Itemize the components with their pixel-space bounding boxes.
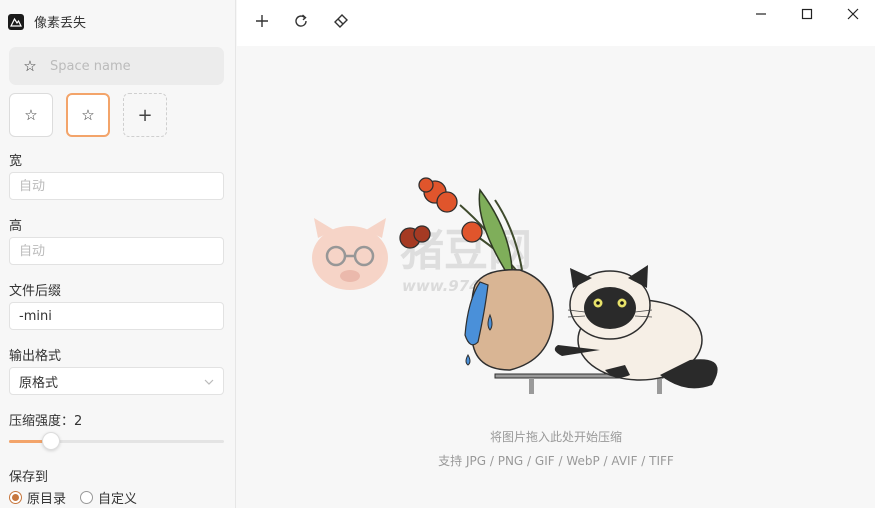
strength-label-row: 压缩强度：2 [9,410,82,429]
suffix-label: 文件后缀 [9,284,62,299]
width-field[interactable] [9,172,224,200]
star-icon: ☆ [23,57,37,75]
close-icon[interactable] [842,3,864,25]
dropzone-illustration[interactable]: 猪豆网 www.97444.cn [300,170,720,404]
plus-icon[interactable] [249,8,275,34]
plus-icon: + [137,104,153,126]
suffix-field[interactable] [9,302,224,330]
suffix-input[interactable] [19,308,214,324]
radio-custom-dir[interactable] [80,491,94,504]
maximize-icon[interactable] [796,3,818,25]
dropzone-formats: 支持 JPG / PNG / GIF / WebP / AVIF / TIFF [438,454,674,468]
sidebar: 像素丢失 ☆ ☆ ☆ + 宽 高 文件后缀 输出格式 原格式 压缩强度：2 保存… [0,0,236,508]
save-to-label: 保存到 [9,470,49,485]
strength-slider[interactable] [9,432,224,450]
radio-label-custom-dir[interactable]: 自定义 [98,488,137,507]
app-title: 像素丢失 [34,16,87,31]
strength-value: 2 [74,414,83,429]
space-name-input[interactable] [50,58,210,74]
app-header: 像素丢失 [8,12,86,31]
eraser-icon[interactable] [328,8,354,34]
height-field[interactable] [9,237,224,265]
chevron-down-icon [204,375,214,388]
space-name-field[interactable]: ☆ [9,47,224,85]
strength-slider-fill [9,440,43,443]
save-to-options: 原目录 自定义 [9,488,137,507]
watermark-pig-icon [312,218,388,290]
star-icon: ☆ [24,106,38,124]
space-button-2-selected[interactable]: ☆ [66,93,110,137]
radio-original-dir[interactable] [9,491,22,504]
radio-label-original-dir[interactable]: 原目录 [27,488,66,507]
toolbar [237,0,875,46]
refresh-icon[interactable] [288,8,314,34]
height-label: 高 [9,219,23,234]
space-button-1[interactable]: ☆ [9,93,53,137]
strength-label: 压缩强度： [9,414,75,429]
strength-slider-thumb[interactable] [42,432,60,450]
app-logo-icon [8,13,24,30]
minimize-icon[interactable] [750,3,772,25]
width-input[interactable] [19,178,214,194]
star-icon: ☆ [81,106,95,124]
height-input[interactable] [19,243,214,259]
cat-icon [554,265,718,389]
format-value: 原格式 [19,375,59,391]
format-select[interactable]: 原格式 [9,367,224,395]
dropzone-hint: 将图片拖入此处开始压缩 [489,430,622,444]
add-space-button[interactable]: + [123,93,167,137]
format-label: 输出格式 [9,349,62,364]
width-label: 宽 [9,154,23,169]
